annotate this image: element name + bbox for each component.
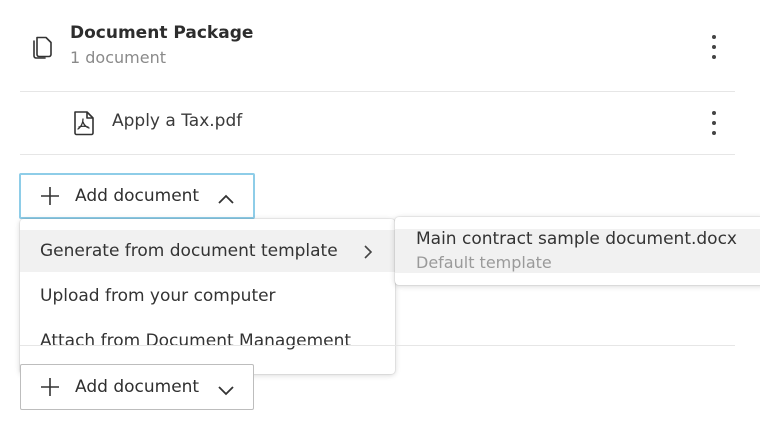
package-more-options-icon[interactable]: [709, 35, 719, 59]
divider: [20, 91, 735, 92]
document-name[interactable]: Apply a Tax.pdf: [112, 111, 242, 131]
add-document-label: Add document: [75, 186, 200, 206]
plus-icon: [39, 185, 61, 207]
copy-documents-icon: [30, 34, 54, 60]
divider: [20, 154, 735, 155]
menu-item-label: Generate from document template: [40, 241, 338, 261]
package-document-count: 1 document: [70, 48, 166, 67]
menu-item-label: Attach from Document Management: [40, 331, 352, 351]
template-caption: Default template: [416, 253, 552, 272]
menu-item-generate-from-template[interactable]: Generate from document template: [20, 230, 395, 272]
chevron-up-icon: [217, 190, 235, 204]
chevron-right-icon: [363, 244, 373, 260]
template-option[interactable]: Main contract sample document.docx Defau…: [395, 229, 760, 273]
add-document-button[interactable]: Add document: [20, 364, 254, 410]
template-submenu: Main contract sample document.docx Defau…: [395, 217, 760, 285]
template-name: Main contract sample document.docx: [416, 229, 737, 249]
pdf-file-icon: [72, 110, 96, 136]
add-document-button-open[interactable]: Add document: [19, 173, 255, 219]
document-more-options-icon[interactable]: [709, 111, 719, 135]
menu-item-label: Upload from your computer: [40, 286, 276, 306]
add-document-menu: Generate from document template Upload f…: [20, 219, 395, 374]
add-document-label: Add document: [75, 377, 200, 397]
menu-item-attach-from-document-management[interactable]: Attach from Document Management: [20, 320, 395, 362]
chevron-down-icon: [217, 381, 235, 396]
menu-item-upload-from-computer[interactable]: Upload from your computer: [20, 275, 395, 317]
plus-icon: [39, 376, 61, 398]
package-title: Document Package: [70, 23, 254, 43]
divider: [20, 345, 735, 346]
